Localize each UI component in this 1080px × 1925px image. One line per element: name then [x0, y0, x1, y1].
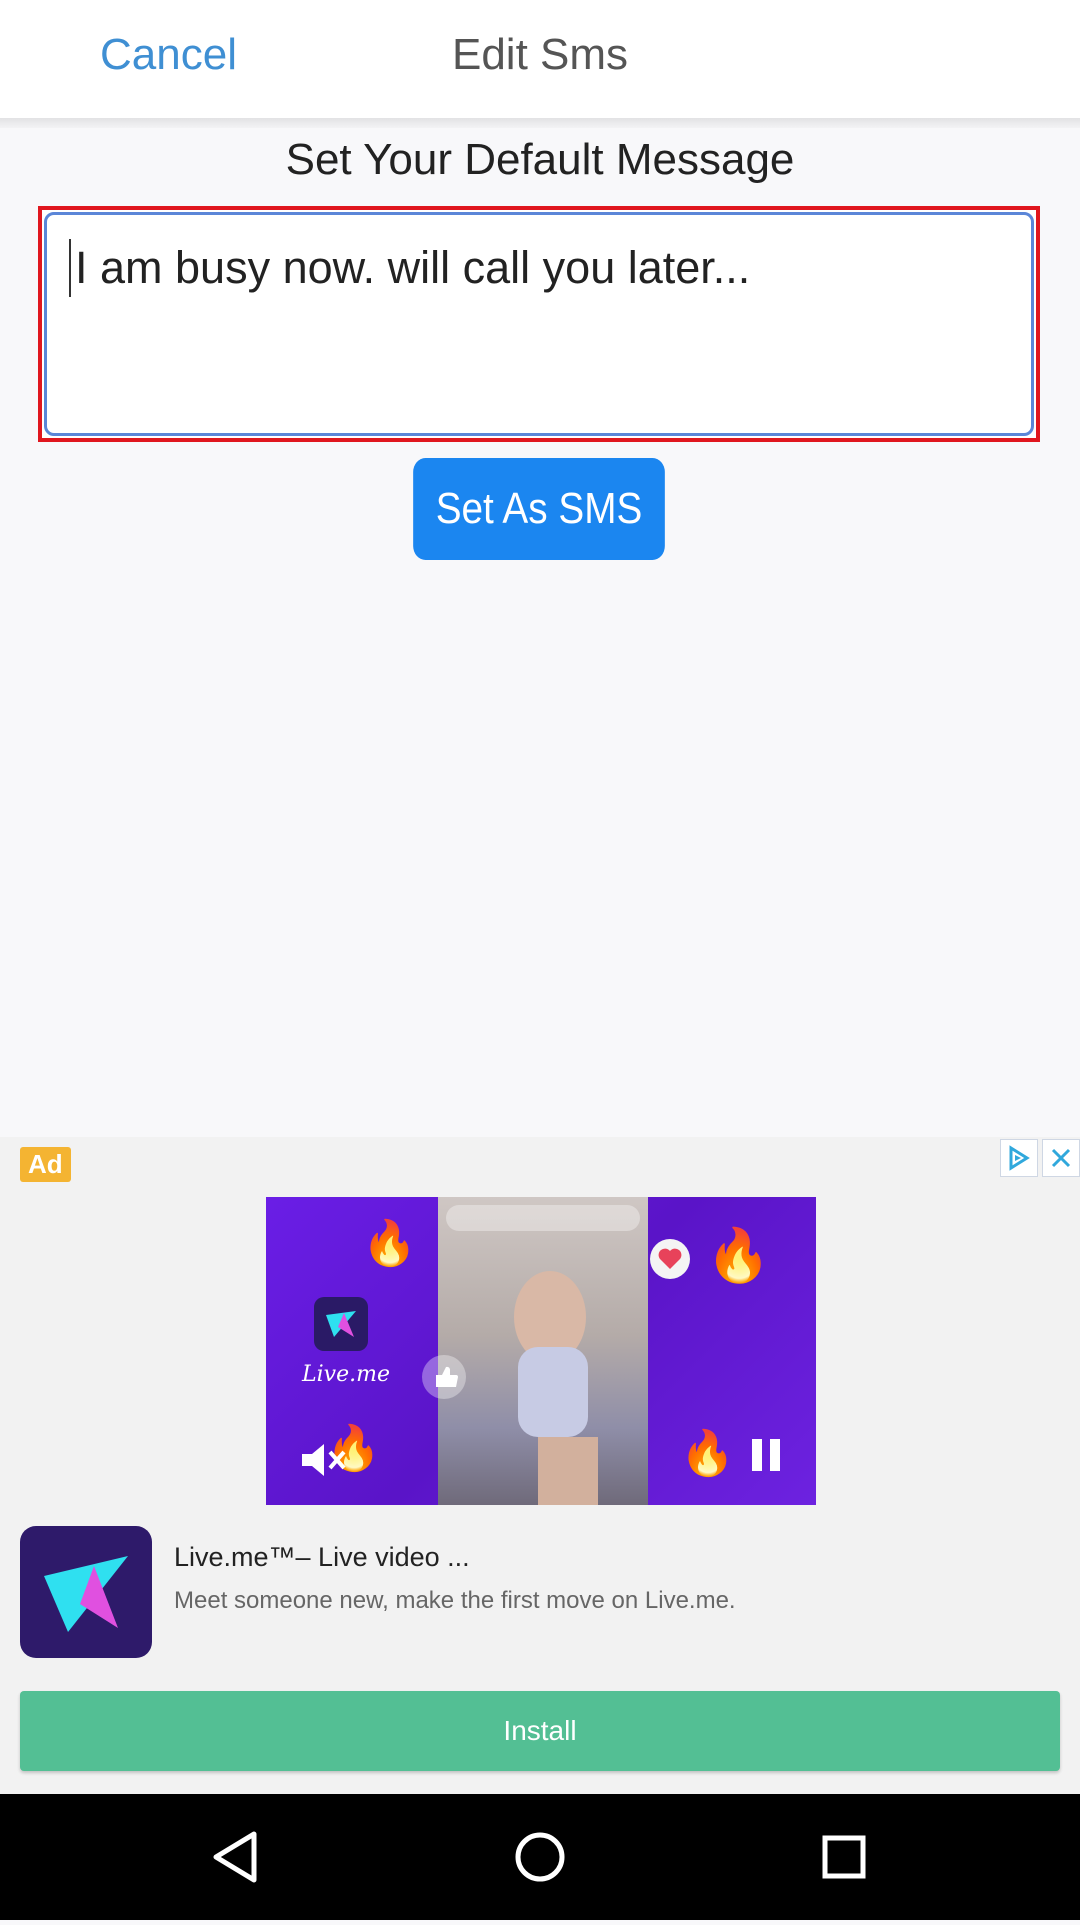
flame-icon: 🔥 — [706, 1227, 771, 1285]
app-icon[interactable] — [20, 1526, 152, 1658]
app-name[interactable]: Live.me™– Live video ... — [174, 1542, 470, 1573]
ad-banner: Ad 🔥 🔥 🔥 🔥 Live.me Live.me™– Live video … — [0, 1137, 1080, 1794]
like-icon — [422, 1355, 466, 1399]
ad-badge: Ad — [20, 1147, 71, 1182]
message-text[interactable]: I am busy now. will call you later... — [69, 239, 750, 297]
message-field[interactable]: I am busy now. will call you later... — [38, 206, 1040, 442]
flame-icon: 🔥 — [362, 1219, 417, 1268]
heart-icon — [650, 1239, 690, 1279]
header-divider — [0, 118, 1080, 128]
install-button[interactable]: Install — [20, 1691, 1060, 1771]
video-preview — [438, 1197, 648, 1505]
ad-image[interactable]: 🔥 🔥 🔥 🔥 Live.me — [266, 1197, 816, 1505]
home-icon[interactable] — [470, 1794, 610, 1920]
flame-icon: 🔥 — [680, 1429, 735, 1478]
livestar-icon — [314, 1297, 368, 1351]
recents-icon[interactable] — [774, 1794, 914, 1920]
section-title: Set Your Default Message — [285, 135, 795, 184]
system-navbar — [0, 1794, 1080, 1920]
header: Cancel Edit Sms — [0, 0, 1080, 118]
mute-icon — [294, 1432, 350, 1488]
page-title: Edit Sms — [451, 30, 629, 79]
pause-icon[interactable] — [744, 1433, 788, 1477]
ad-choices-icon[interactable] — [1000, 1139, 1038, 1177]
set-as-sms-button[interactable]: Set As SMS — [413, 458, 665, 560]
close-icon[interactable] — [1042, 1139, 1080, 1177]
app-description: Meet someone new, make the first move on… — [174, 1587, 736, 1614]
ad-logo-text: Live.me — [302, 1362, 390, 1387]
message-field-border: I am busy now. will call you later... — [44, 212, 1034, 436]
back-icon[interactable] — [166, 1794, 306, 1920]
